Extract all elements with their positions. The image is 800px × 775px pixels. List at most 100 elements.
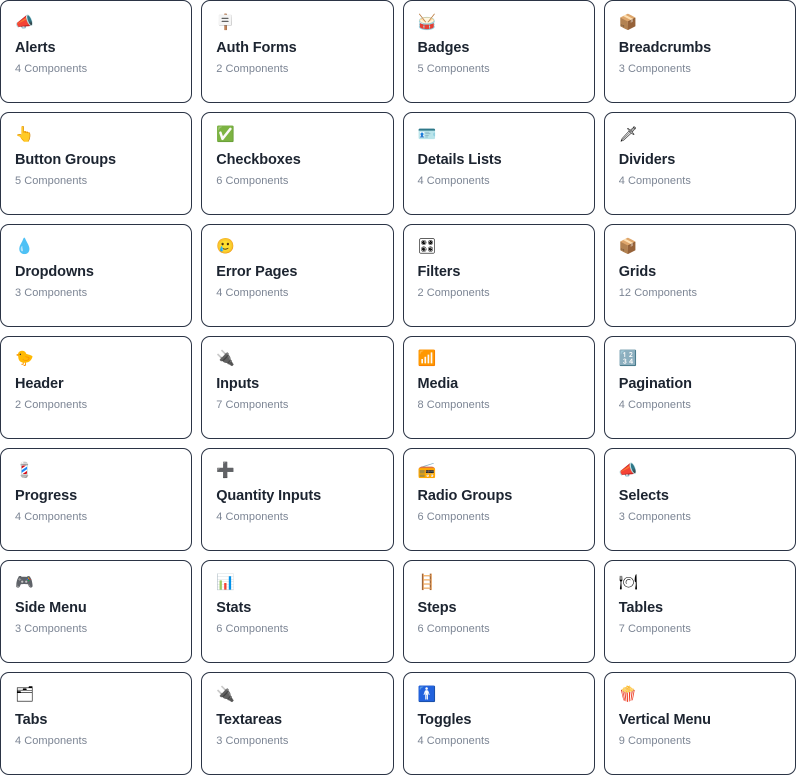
component-card-steps[interactable]: 🪜 Steps 6 Components [402,560,595,663]
card-title: Quantity Inputs [216,488,322,504]
component-card-breadcrumbs[interactable]: 📦 Breadcrumbs 3 Components [603,0,796,103]
package-icon: 📦 [618,237,638,255]
component-card-grid: 📣 Alerts 4 Components 🪧 Auth Forms 2 Com… [0,0,800,775]
pointing-up-hand-icon: 👆 [15,125,34,143]
card-component-count: 2 Components [15,399,88,411]
placard-icon: 🪧 [216,13,235,31]
mens-room-icon: 🚹 [417,685,437,703]
card-title: Header [15,376,64,392]
card-component-count: 3 Components [618,511,691,523]
component-card-checkboxes[interactable]: ✅ Checkboxes 6 Components [201,112,394,215]
card-title: Radio Groups [417,488,513,504]
component-card-textareas[interactable]: 🔌 Textareas 3 Components [201,672,394,775]
card-title: Auth Forms [216,40,297,56]
card-title: Selects [618,488,669,504]
component-card-button-groups[interactable]: 👆 Button Groups 5 Components [0,112,193,215]
card-title: Filters [417,264,461,280]
input-numbers-icon: 🔢 [618,349,638,367]
card-component-count: 5 Components [417,63,490,75]
bar-chart-icon: 📊 [216,573,235,591]
component-card-tabs[interactable]: 🗂 Tabs 4 Components [0,672,193,775]
component-card-grids[interactable]: 📦 Grids 12 Components [603,224,796,327]
component-card-filters[interactable]: 🎛 Filters 2 Components [402,224,595,327]
package-icon: 📦 [618,13,638,31]
component-card-stats[interactable]: 📊 Stats 6 Components [201,560,394,663]
barber-pole-icon: 💈 [15,461,34,479]
card-index-dividers-icon: 🗂 [15,685,35,703]
component-card-inputs[interactable]: 🔌 Inputs 7 Components [201,336,394,439]
radio-icon: 📻 [417,461,437,479]
card-component-count: 4 Components [618,175,691,187]
component-card-header[interactable]: 🐤 Header 2 Components [0,336,193,439]
card-title: Grids [618,264,657,280]
card-component-count: 4 Components [618,399,691,411]
component-card-details-lists[interactable]: 🪪 Details Lists 4 Components [402,112,595,215]
component-card-quantity-inputs[interactable]: ➕ Quantity Inputs 4 Components [201,448,394,551]
identification-card-icon: 🪪 [417,125,437,143]
card-title: Dropdowns [15,264,94,280]
fork-and-knife-with-plate-icon: 🍽 [618,573,638,591]
card-title: Steps [417,600,457,616]
component-card-badges[interactable]: 🥁 Badges 5 Components [402,0,595,103]
component-card-selects[interactable]: 📣 Selects 3 Components [603,448,796,551]
electric-plug-icon: 🔌 [216,685,235,703]
antenna-bars-icon: 📶 [417,349,437,367]
card-title: Badges [417,40,470,56]
card-title: Toggles [417,712,472,728]
control-knobs-icon: 🎛 [417,237,437,255]
card-component-count: 7 Components [618,623,691,635]
card-component-count: 2 Components [417,287,490,299]
card-title: Textareas [216,712,282,728]
component-card-auth-forms[interactable]: 🪧 Auth Forms 2 Components [201,0,394,103]
megaphone-icon: 📣 [15,13,34,31]
component-card-vertical-menu[interactable]: 🍿 Vertical Menu 9 Components [603,672,796,775]
plus-icon: ➕ [216,461,235,479]
droplet-icon: 💧 [15,237,34,255]
card-component-count: 5 Components [15,175,88,187]
video-game-controller-icon: 🎮 [15,573,34,591]
component-card-media[interactable]: 📶 Media 8 Components [402,336,595,439]
drum-icon: 🥁 [417,13,437,31]
card-title: Media [417,376,459,392]
ladder-icon: 🪜 [417,573,437,591]
card-component-count: 3 Components [618,63,691,75]
card-title: Alerts [15,40,56,56]
card-title: Pagination [618,376,692,392]
card-component-count: 6 Components [216,175,289,187]
card-title: Stats [216,600,252,616]
card-title: Error Pages [216,264,298,280]
card-title: Tables [618,600,664,616]
card-component-count: 4 Components [216,287,289,299]
smiling-face-with-tear-icon: 🥲 [216,237,235,255]
component-card-progress[interactable]: 💈 Progress 4 Components [0,448,193,551]
card-component-count: 3 Components [216,735,289,747]
card-component-count: 4 Components [216,511,289,523]
component-card-side-menu[interactable]: 🎮 Side Menu 3 Components [0,560,193,663]
megaphone-icon: 📣 [618,461,638,479]
card-component-count: 12 Components [618,287,698,299]
component-card-pagination[interactable]: 🔢 Pagination 4 Components [603,336,796,439]
card-title: Progress [15,488,78,504]
component-card-radio-groups[interactable]: 📻 Radio Groups 6 Components [402,448,595,551]
component-card-alerts[interactable]: 📣 Alerts 4 Components [0,0,193,103]
card-component-count: 6 Components [417,511,490,523]
card-title: Button Groups [15,152,116,168]
check-mark-button-icon: ✅ [216,125,235,143]
component-card-dropdowns[interactable]: 💧 Dropdowns 3 Components [0,224,193,327]
card-component-count: 6 Components [216,623,289,635]
card-component-count: 8 Components [417,399,490,411]
card-title: Checkboxes [216,152,301,168]
component-card-error-pages[interactable]: 🥲 Error Pages 4 Components [201,224,394,327]
card-component-count: 2 Components [216,63,289,75]
card-component-count: 4 Components [15,63,88,75]
card-component-count: 4 Components [417,175,490,187]
component-card-dividers[interactable]: 🗡 Dividers 4 Components [603,112,796,215]
card-title: Vertical Menu [618,712,711,728]
card-component-count: 4 Components [15,735,88,747]
component-card-toggles[interactable]: 🚹 Toggles 4 Components [402,672,595,775]
card-title: Breadcrumbs [618,40,712,56]
component-card-tables[interactable]: 🍽 Tables 7 Components [603,560,796,663]
card-component-count: 4 Components [15,511,88,523]
card-title: Dividers [618,152,676,168]
card-component-count: 3 Components [15,287,88,299]
